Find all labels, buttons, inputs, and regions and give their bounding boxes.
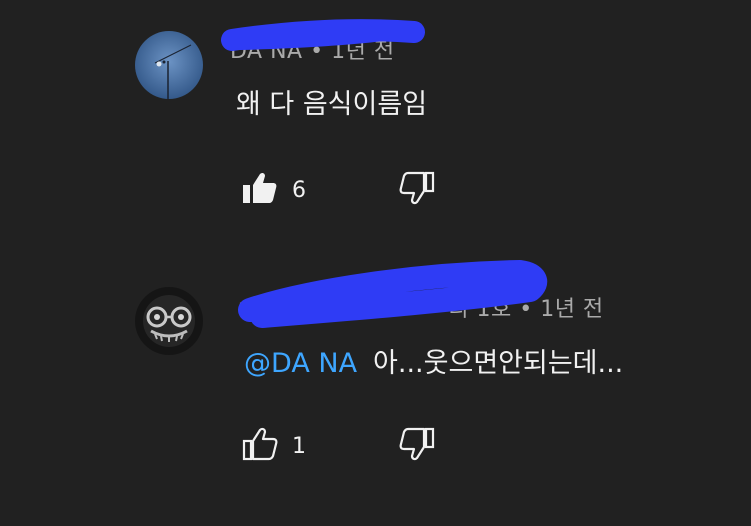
comment-author[interactable]: ㄱ텐키 (236, 297, 298, 322)
comment-author-suffix[interactable]: 리 1호 (448, 297, 511, 322)
comment-2: ㄱ텐키 리 1호 • 1년 전 @DA NA 아...웃으면안되는데... 1 (0, 260, 751, 526)
like-action: 6 (242, 171, 306, 209)
thumbs-up-icon[interactable] (242, 171, 278, 209)
dislike-action (399, 171, 435, 209)
mention-link[interactable]: @DA NA (244, 348, 357, 379)
thumbs-up-icon[interactable] (242, 427, 278, 465)
like-count: 6 (292, 177, 306, 203)
comment-time[interactable]: 1년 전 (540, 297, 603, 322)
comment-author[interactable]: DA NA (230, 39, 303, 64)
comment-meta: DA NA • 1년 전 (230, 33, 395, 65)
comment-text: 왜 다 음식이름임 (236, 89, 428, 120)
comment-text-line: @DA NA 아...웃으면안되는데... (244, 341, 623, 380)
comment-time[interactable]: 1년 전 (331, 39, 394, 64)
comment-meta: ㄱ텐키 리 1호 • 1년 전 (236, 291, 604, 323)
avatar[interactable] (135, 31, 203, 99)
thumbs-down-icon[interactable] (399, 427, 435, 465)
comment-1: DA NA • 1년 전 왜 다 음식이름임 6 (0, 0, 751, 230)
like-action: 1 (242, 427, 306, 465)
dislike-action (399, 427, 435, 465)
meta-separator: • (310, 39, 332, 64)
comment-text: 아...웃으면안되는데... (373, 348, 624, 379)
like-count: 1 (292, 433, 306, 459)
meta-separator: • (519, 297, 541, 322)
thumbs-down-icon[interactable] (399, 171, 435, 209)
avatar[interactable] (135, 287, 203, 355)
